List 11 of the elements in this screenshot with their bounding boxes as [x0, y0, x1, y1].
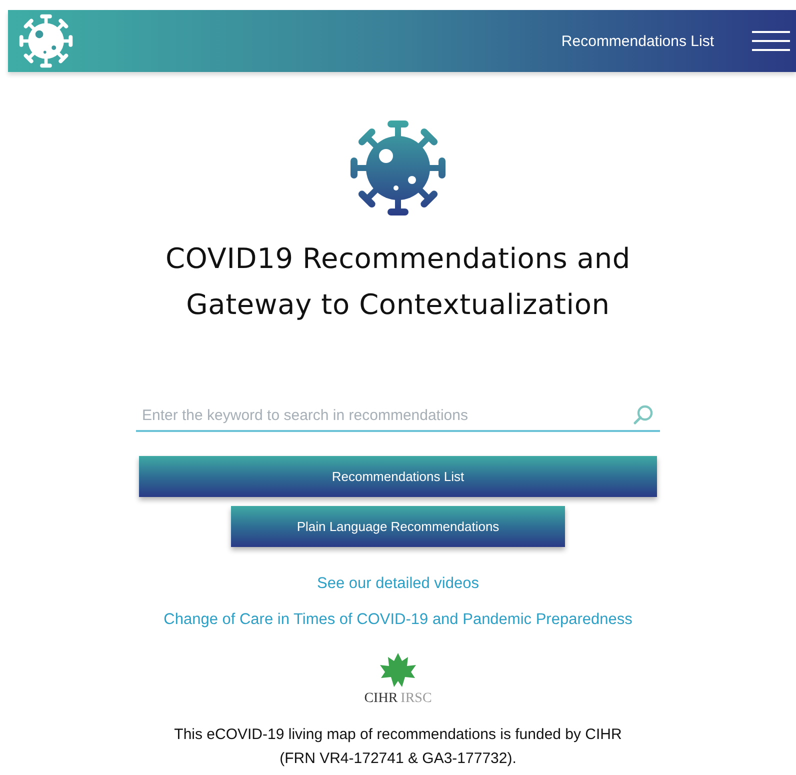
logo-text: IRSC — [400, 691, 432, 707]
link[interactable]: Change of Care in Times of COVID-19 and Pandemic Preparedness — [164, 611, 632, 629]
virus-icon — [348, 118, 448, 218]
logo-text: CIHR — [364, 691, 398, 707]
nav-button[interactable]: Plain Language Recommendations — [231, 506, 565, 547]
nav-button[interactable]: Recommendations List — [139, 456, 657, 497]
nav-link[interactable]: Recommendations List — [561, 32, 714, 50]
funding-note: This eCOVID-19 living map of recommendations is funded by CIHR (FRN VR4-172741 & GA3-177732). — [174, 725, 622, 769]
page-title: COVID19 Recommendations and Gateway to Contextualization — [166, 241, 630, 323]
virus-icon — [18, 13, 74, 69]
link[interactable]: See our detailed videos — [316, 575, 479, 593]
